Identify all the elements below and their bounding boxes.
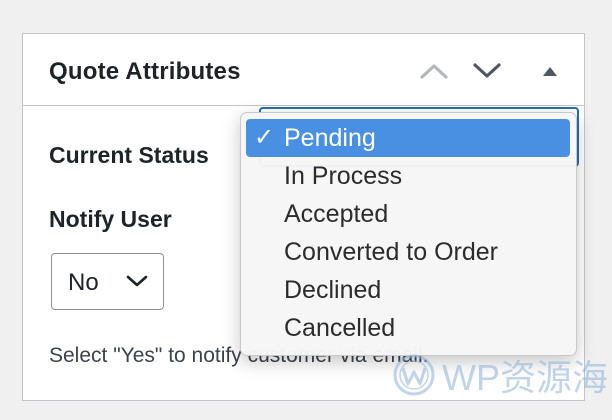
notify-user-label: Notify User [49,206,172,232]
status-option-label: Converted to Order [284,238,498,266]
status-option-converted-to-order[interactable]: Converted to Order [241,233,576,271]
status-options-list: ✓ Pending In Process Accepted Converted … [241,119,576,347]
triangle-up-icon [543,67,557,76]
status-option-label: Declined [284,276,382,304]
notify-user-value: No [68,269,99,296]
status-option-label: Accepted [284,200,389,228]
metabox-header: Quote Attributes [23,34,584,106]
status-option-label: Pending [284,124,376,152]
chevron-down-icon [126,275,148,287]
move-down-button[interactable] [470,56,504,86]
status-option-in-process[interactable]: In Process [241,157,576,195]
screen: Quote Attributes Current Status Notify U… [0,0,612,420]
status-option-pending[interactable]: ✓ Pending [246,119,570,157]
chevron-up-icon [420,64,448,79]
status-option-label: In Process [284,162,403,190]
chevron-down-icon [473,63,501,78]
current-status-label: Current Status [49,142,209,168]
wordpress-logo-icon [393,354,435,396]
move-up-button[interactable] [417,56,451,86]
notify-user-select[interactable]: No [51,253,164,310]
status-option-accepted[interactable]: Accepted [241,195,576,233]
status-option-declined[interactable]: Declined [241,271,576,309]
watermark-text: WP资源海 [442,357,608,398]
checkmark-icon: ✓ [254,124,275,151]
status-option-label: Cancelled [284,314,396,342]
status-dropdown-menu: ✓ Pending In Process Accepted Converted … [240,112,577,356]
status-option-cancelled[interactable]: Cancelled [241,309,576,347]
metabox-title: Quote Attributes [49,58,241,85]
watermark: WP资源海 [392,348,608,402]
toggle-panel-button[interactable] [533,56,567,86]
